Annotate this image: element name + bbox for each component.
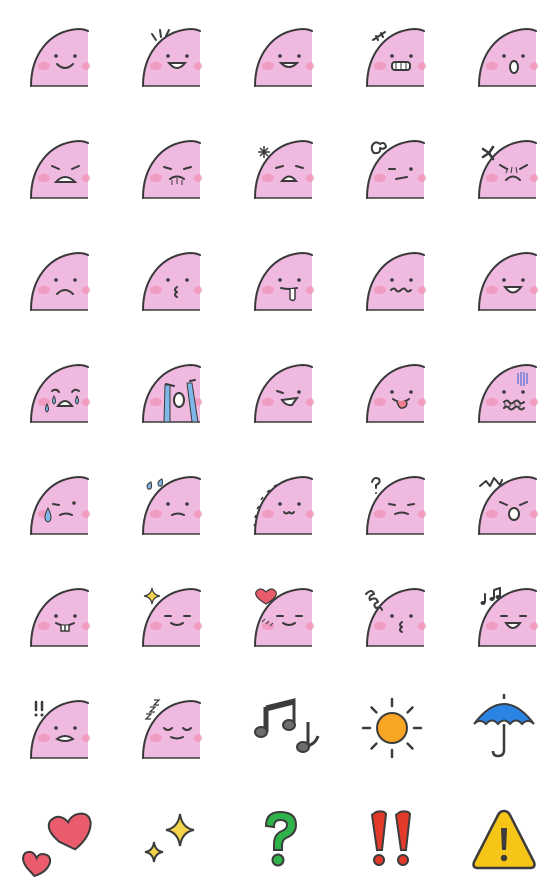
music-notes-icon — [224, 672, 336, 784]
blob-emoji-music-smile — [448, 560, 560, 672]
blob-emoji-worried-spark — [224, 112, 336, 224]
blob-emoji-exclaim — [0, 672, 112, 784]
blob-emoji-sweat-drops — [112, 448, 224, 560]
blob-emoji-question — [336, 448, 448, 560]
blob-emoji-crying — [0, 336, 112, 448]
blob-emoji-angry-vein — [448, 112, 560, 224]
sun-icon — [336, 672, 448, 784]
blob-emoji-drool — [224, 224, 336, 336]
blob-emoji-surprised — [448, 0, 560, 112]
blob-emoji-sweat — [0, 448, 112, 560]
blob-emoji-pout-lines — [112, 112, 224, 224]
question-mark-icon — [224, 784, 336, 896]
umbrella-icon — [448, 672, 560, 784]
blob-emoji-sad — [0, 224, 112, 336]
blob-emoji-kiss — [112, 224, 224, 336]
blob-emoji-wavy-mouth — [336, 224, 448, 336]
blob-emoji-smile-open — [224, 0, 336, 112]
blob-emoji-shocked-frown — [0, 112, 112, 224]
blob-emoji-scribble-kiss — [336, 560, 448, 672]
blob-emoji-smile — [0, 0, 112, 112]
double-exclamation-icon — [336, 784, 448, 896]
hearts-icon — [0, 784, 112, 896]
blob-emoji-heart-blush — [224, 560, 336, 672]
blob-emoji-gloom — [448, 336, 560, 448]
sparkles-icon — [112, 784, 224, 896]
blob-emoji-buck-teeth — [0, 560, 112, 672]
blob-emoji-peek-dots — [224, 448, 336, 560]
blob-emoji-sparkle-smile — [112, 560, 224, 672]
warning-icon — [448, 784, 560, 896]
blob-emoji-happy-open — [448, 224, 560, 336]
blob-emoji-annoyed-puff — [336, 112, 448, 224]
emoji-sticker-sheet — [0, 0, 560, 896]
blob-emoji-sleepy — [112, 672, 224, 784]
blob-emoji-tongue-out — [336, 336, 448, 448]
blob-emoji-grin-teeth — [336, 0, 448, 112]
blob-emoji-grin-sparkle — [112, 0, 224, 112]
blob-emoji-startled — [448, 448, 560, 560]
blob-emoji-sobbing — [112, 336, 224, 448]
blob-emoji-smirk-teeth — [224, 336, 336, 448]
